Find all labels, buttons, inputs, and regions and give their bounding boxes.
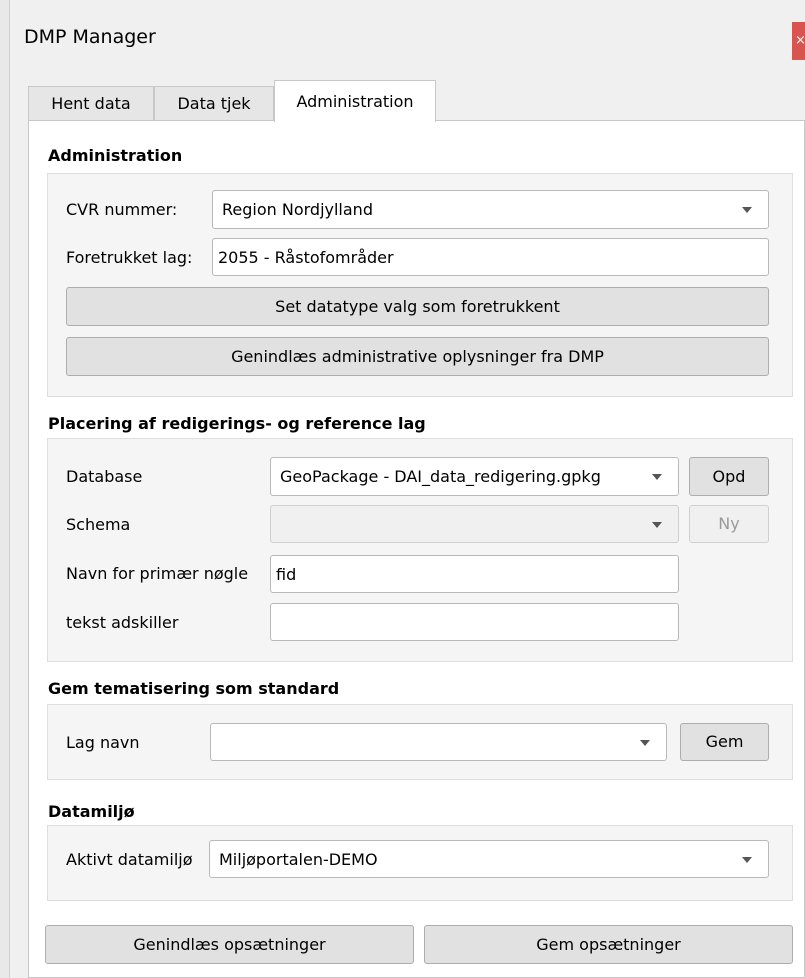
cvr-value: Region Nordjylland [222, 200, 373, 219]
cvr-dropdown[interactable]: Region Nordjylland [212, 190, 769, 229]
database-dropdown[interactable]: GeoPackage - DAI_data_redigering.gpkg [270, 457, 679, 496]
window-title: DMP Manager [24, 26, 156, 48]
cvr-label: CVR nummer: [66, 200, 178, 219]
schema-dropdown[interactable] [270, 505, 679, 543]
chevron-down-icon [640, 740, 650, 746]
chevron-down-icon [742, 207, 752, 213]
reload-admin-button[interactable]: Genindlæs administrative oplysninger fra… [66, 337, 769, 376]
text-separator-label: tekst adskiller [66, 613, 179, 632]
active-environment-dropdown[interactable]: Miljøportalen-DEMO [209, 840, 769, 878]
tab-data-tjek[interactable]: Data tjek [154, 86, 274, 121]
preferred-layer-label: Foretrukket lag: [66, 248, 193, 267]
text-separator-field[interactable] [270, 603, 679, 641]
reload-settings-button[interactable]: Genindlæs opsætninger [45, 925, 414, 964]
tab-hent-data[interactable]: Hent data [28, 86, 154, 121]
close-button[interactable]: × [792, 22, 805, 60]
database-label: Database [66, 467, 143, 486]
background-window-strip [0, 0, 10, 978]
active-environment-label: Aktivt datamiljø [66, 850, 193, 869]
save-theming-button[interactable]: Gem [680, 723, 769, 761]
placement-heading: Placering af redigerings- og reference l… [48, 414, 426, 433]
chevron-down-icon [742, 857, 752, 863]
new-button[interactable]: Ny [689, 505, 769, 543]
tab-administration[interactable]: Administration [274, 80, 436, 122]
layer-name-dropdown[interactable] [210, 723, 667, 761]
primary-key-label: Navn for primær nøgle [66, 564, 249, 583]
active-environment-value: Miljøportalen-DEMO [219, 850, 378, 869]
database-value: GeoPackage - DAI_data_redigering.gpkg [280, 467, 601, 486]
chevron-down-icon [652, 522, 662, 528]
set-preferred-button[interactable]: Set datatype valg som foretrukkent [66, 287, 769, 326]
preferred-layer-value: 2055 - Råstofområder [218, 248, 394, 267]
administration-heading: Administration [48, 146, 183, 165]
primary-key-field[interactable]: fid [270, 555, 679, 593]
layer-name-label: Lag navn [66, 733, 140, 752]
theming-heading: Gem tematisering som standard [48, 679, 340, 698]
update-button[interactable]: Opd [689, 457, 769, 496]
chevron-down-icon [652, 474, 662, 480]
environment-heading: Datamiljø [48, 802, 135, 821]
save-settings-button[interactable]: Gem opsætninger [424, 925, 793, 964]
primary-key-value: fid [276, 565, 297, 584]
preferred-layer-field[interactable]: 2055 - Råstofområder [212, 238, 769, 276]
schema-label: Schema [66, 515, 131, 534]
